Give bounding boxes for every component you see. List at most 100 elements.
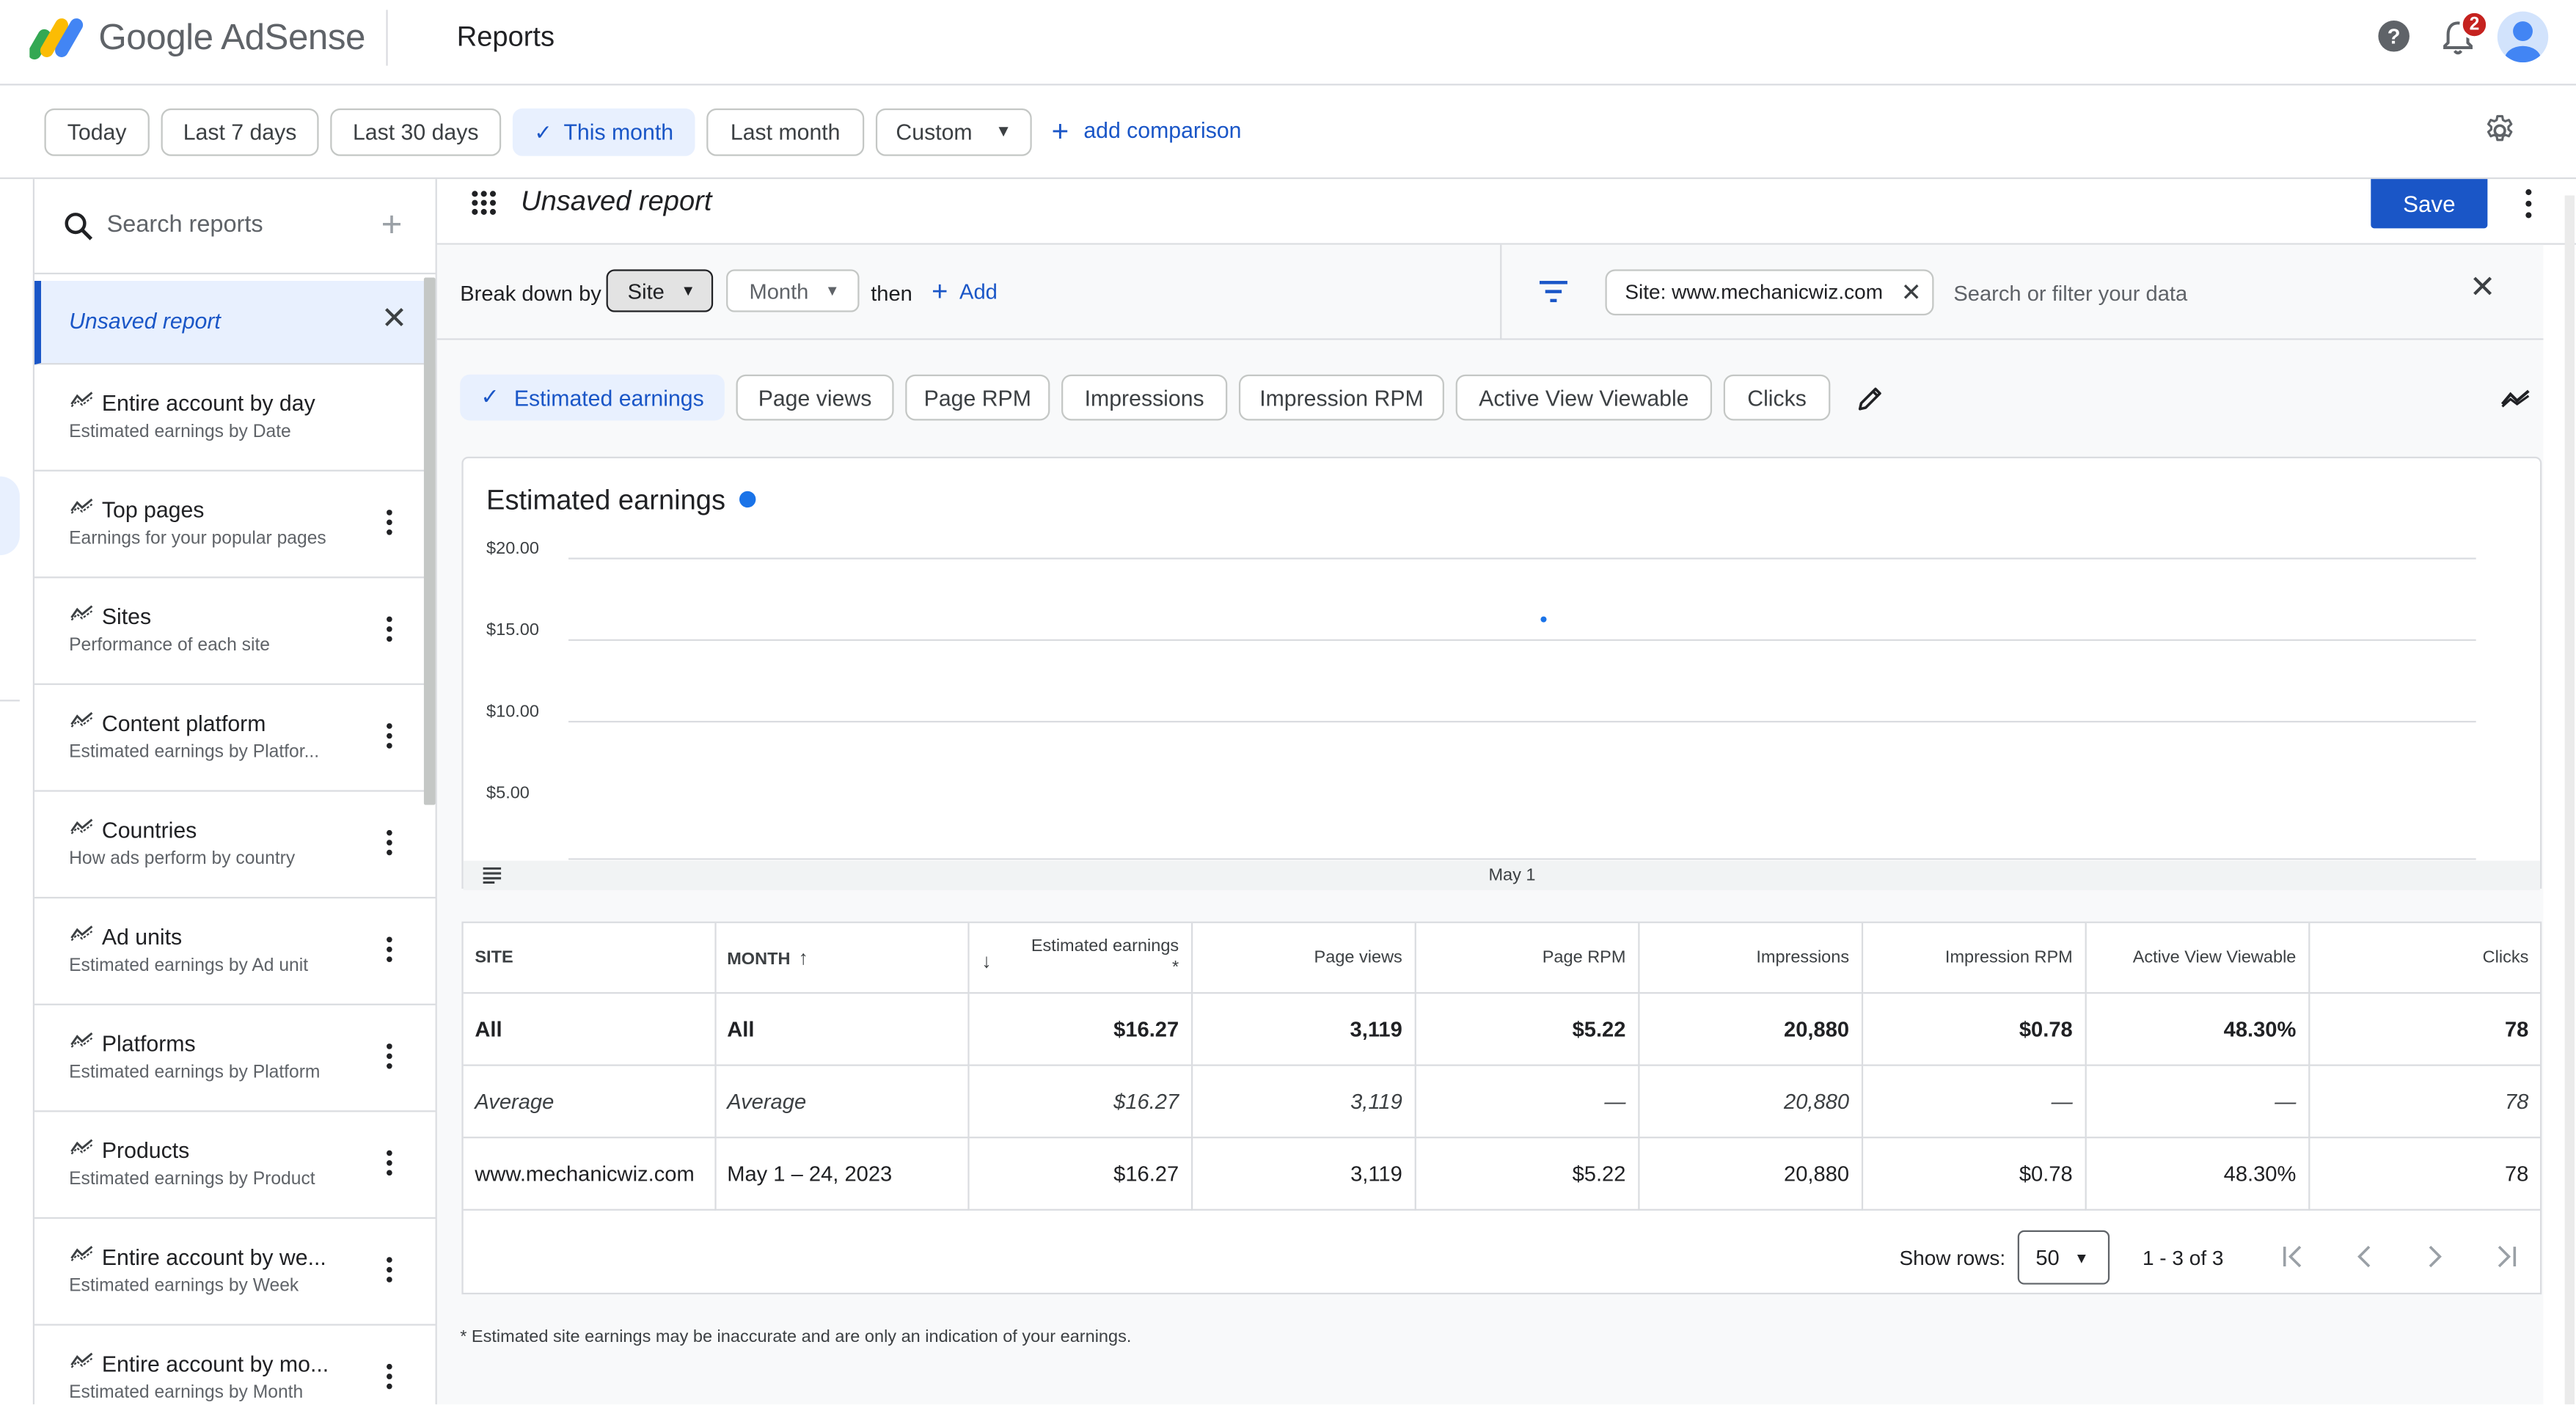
date-range-bar: Today Last 7 days Last 30 days ✓ This mon… [0, 85, 2576, 180]
column-header-active-view-viewable[interactable]: Active View Viewable [2085, 922, 2310, 994]
plus-icon[interactable]: + [381, 206, 403, 242]
breakdown-site-dropdown[interactable]: Site ▼ [606, 269, 714, 312]
add-breakdown-button[interactable]: + Add [932, 278, 998, 306]
breakdown-label: Break down by [460, 281, 601, 306]
table-cell: Average [714, 1064, 969, 1138]
table-row-total: All All $16.27 3,119 $5.22 20,880 $0.78 … [463, 991, 2541, 1065]
next-page-icon[interactable] [2423, 1245, 2446, 1268]
metrics-area: ✓ Estimated earnings Page views Page RPM … [436, 340, 2544, 1405]
metric-chip-page-views[interactable]: Page views [736, 374, 894, 421]
date-chip-last-month[interactable]: Last month [706, 108, 865, 156]
sidebar-item[interactable]: Entire account by mo... Estimated earning… [34, 1326, 436, 1405]
column-header-impression-rpm[interactable]: Impression RPM [1861, 922, 2086, 994]
report-name[interactable]: Unsaved report [521, 186, 711, 219]
help-icon[interactable]: ? [2377, 20, 2410, 53]
date-chip-this-month[interactable]: ✓ This month [512, 108, 695, 156]
sidebar-item-subtitle: Estimated earnings by Platfor... [69, 742, 320, 763]
metric-chip-active-view-viewable[interactable]: Active View Viewable [1455, 374, 1713, 421]
sidebar-item[interactable]: Top pages Earnings for your popular pages [34, 472, 436, 579]
sidebar-item[interactable]: Products Estimated earnings by Product [34, 1112, 436, 1219]
apps-grid-icon[interactable] [472, 191, 497, 216]
sidebar-item-subtitle: Estimated earnings by Month [69, 1383, 304, 1403]
sidebar-scrollbar[interactable] [423, 277, 436, 805]
table-cell: May 1 – 24, 2023 [714, 1137, 969, 1210]
metric-chip-clicks[interactable]: Clicks [1723, 374, 1831, 421]
chart-data-point[interactable] [1540, 616, 1547, 623]
adsense-logo-icon[interactable] [29, 13, 85, 62]
account-avatar[interactable] [2497, 11, 2549, 63]
more-vert-icon[interactable] [381, 828, 398, 857]
column-header-month[interactable]: MONTH ↑ [714, 922, 969, 994]
main-scrollbar[interactable] [2564, 195, 2575, 1405]
nav-rail-divider [0, 700, 20, 702]
first-page-icon[interactable] [2282, 1245, 2305, 1268]
filter-search-input[interactable]: Search or filter your data [1953, 281, 2187, 306]
column-header-label: Clicks [2482, 947, 2529, 967]
more-vert-icon[interactable] [381, 615, 398, 644]
metric-chip-estimated-earnings[interactable]: ✓ Estimated earnings [460, 374, 725, 421]
sidebar-item[interactable]: Platforms Estimated earnings by Platform [34, 1005, 436, 1112]
column-header-label: MONTH [727, 949, 791, 969]
table-cell: $5.22 [1414, 991, 1639, 1065]
rows-per-page-select[interactable]: 50 ▼ [2017, 1230, 2110, 1285]
table-row[interactable]: www.mechanicwiz.com May 1 – 24, 2023 $16… [463, 1137, 2541, 1210]
column-header-estimated-earnings[interactable]: ↓ Estimated earnings * [967, 922, 1193, 994]
metric-chip-impressions[interactable]: Impressions [1061, 374, 1228, 421]
date-chip-last-7-days[interactable]: Last 7 days [161, 108, 319, 156]
more-vert-icon[interactable] [381, 1041, 398, 1071]
column-header-impressions[interactable]: Impressions [1638, 922, 1863, 994]
column-header-site[interactable]: SITE [463, 922, 716, 994]
search-reports-input[interactable]: Search reports [107, 212, 263, 238]
pencil-edit-icon[interactable] [1856, 384, 1884, 412]
earnings-chart[interactable]: $20.00 $15.00 $10.00 $5.00 [464, 458, 2540, 861]
report-header: Unsaved report Save [436, 179, 2576, 245]
more-vert-icon[interactable] [381, 1255, 398, 1284]
chart-menu-icon[interactable] [483, 867, 502, 884]
date-chip-today[interactable]: Today [44, 108, 150, 156]
close-icon[interactable]: ✕ [1901, 278, 1922, 307]
more-vert-icon[interactable] [381, 935, 398, 964]
metric-chip-impression-rpm[interactable]: Impression RPM [1238, 374, 1444, 421]
more-vert-icon[interactable] [381, 721, 398, 750]
column-header-page-rpm[interactable]: Page RPM [1414, 922, 1639, 994]
date-chip-last-30-days[interactable]: Last 30 days [330, 108, 502, 156]
reports-sidebar: Search reports + Unsaved report ✕ Entire… [32, 179, 437, 1405]
site-filter-chip[interactable]: Site: www.mechanicwiz.com ✕ [1605, 269, 1934, 316]
clear-filters-close-icon[interactable]: ✕ [2470, 272, 2496, 306]
sidebar-search[interactable]: Search reports + [34, 179, 436, 275]
previous-page-icon[interactable] [2353, 1245, 2376, 1268]
close-icon[interactable]: ✕ [381, 303, 408, 337]
sidebar-item[interactable]: Entire account by we... Estimated earning… [34, 1219, 436, 1326]
chip-label: Impression RPM [1259, 385, 1424, 410]
more-vert-icon[interactable] [381, 1362, 398, 1391]
trend-chart-toggle-icon[interactable] [2500, 389, 2530, 408]
breakdown-month-dropdown[interactable]: Month ▼ [726, 269, 860, 312]
brand-name[interactable]: Google AdSense [98, 16, 365, 59]
check-icon: ✓ [480, 384, 500, 409]
more-vert-icon[interactable] [381, 1148, 398, 1178]
filter-icon[interactable] [1539, 281, 1567, 303]
column-header-clicks[interactable]: Clicks [2308, 922, 2541, 994]
report-table: SITE MONTH ↑ ↓ Estimated earnings * Page v… [463, 922, 2541, 1210]
sidebar-item-unsaved-report[interactable]: Unsaved report ✕ [34, 281, 436, 365]
chart-y-tick-label: $10.00 [486, 701, 539, 720]
sort-ascending-arrow-icon: ↑ [798, 945, 809, 969]
last-page-icon[interactable] [2494, 1245, 2517, 1268]
more-vert-icon[interactable] [381, 507, 398, 537]
sidebar-item[interactable]: Sites Performance of each site [34, 578, 436, 686]
metric-chip-page-rpm[interactable]: Page RPM [905, 374, 1050, 421]
save-button[interactable]: Save [2371, 179, 2488, 229]
add-comparison-link[interactable]: + add comparison [1052, 116, 1242, 145]
more-vert-icon[interactable] [2525, 189, 2532, 219]
sidebar-item[interactable]: Countries How ads perform by country [34, 792, 436, 899]
sidebar-item[interactable]: Ad units Estimated earnings by Ad unit [34, 898, 436, 1005]
column-header-page-views[interactable]: Page views [1191, 922, 1416, 994]
saved-reports-list: Unsaved report ✕ Entire account by day Es… [34, 281, 436, 1405]
table-cell: — [1861, 1064, 2086, 1138]
sidebar-item[interactable]: Entire account by day Estimated earnings … [34, 364, 436, 472]
gear-icon[interactable] [2483, 114, 2517, 148]
nav-rail-edge[interactable] [0, 476, 20, 556]
column-header-label: Page views [1314, 947, 1402, 967]
sidebar-item[interactable]: Content platform Estimated earnings by Pl… [34, 685, 436, 792]
date-chip-custom[interactable]: Custom ▼ [875, 108, 1032, 156]
